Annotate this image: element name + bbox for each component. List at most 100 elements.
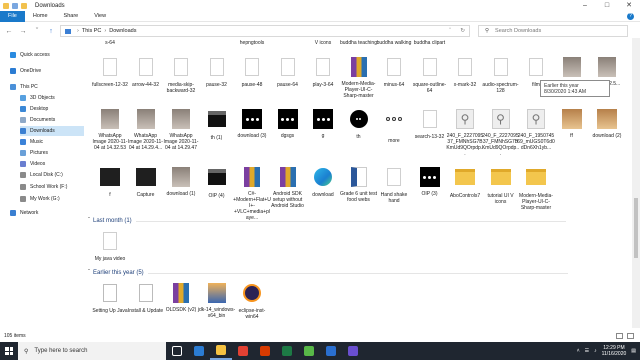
sidebar-item-school-work-f[interactable]: School Work (F:) (20, 182, 67, 192)
file-item[interactable]: hepngtools (233, 40, 271, 46)
file-item[interactable]: s-64 (91, 40, 129, 46)
close-button[interactable]: ✕ (618, 0, 640, 11)
group-header-earlier-this-year[interactable]: ˇ Earlier this year (5) (88, 270, 568, 276)
help-icon[interactable]: ? (627, 13, 634, 20)
file-item[interactable]: pause-64 (269, 56, 307, 88)
taskbar-task-view-icon[interactable] (166, 342, 188, 360)
file-item[interactable]: WhatsApp Image 2020-11-04 at 14.29.4... (127, 108, 165, 151)
file-item[interactable]: WhatsApp Image 2020-11-04 at 14.32.53 (91, 108, 129, 151)
address-bar[interactable]: › This PC › Downloads ˇ ↻ (60, 25, 470, 37)
file-item[interactable]: square-outline-64 (411, 56, 449, 94)
file-item[interactable]: OIP (4) (198, 166, 236, 199)
tab-view[interactable]: View (86, 11, 114, 22)
file-item[interactable]: buddha clipart (411, 40, 449, 46)
sidebar-item-desktop[interactable]: Desktop (20, 104, 48, 114)
properties-icon[interactable] (12, 2, 18, 9)
file-item[interactable] (553, 56, 591, 81)
file-item[interactable]: pause-32 (198, 56, 236, 88)
taskbar-camtasia-icon[interactable] (298, 342, 320, 360)
taskbar-search[interactable]: ⚲ Type here to search (18, 342, 166, 360)
volume-icon[interactable]: ♪ (594, 348, 597, 354)
file-item[interactable]: OLDSDK (v2) (162, 282, 200, 313)
file-item[interactable]: ⚲ 240_F_222709537_FMNhSG7BKmUd9QOrpdp... (446, 108, 484, 157)
sidebar-item-documents[interactable]: Documents (20, 115, 55, 125)
start-button[interactable] (0, 342, 18, 360)
file-item[interactable]: download (1) (162, 166, 200, 197)
refresh-icon[interactable]: ↻ (460, 28, 465, 34)
file-item[interactable]: C#-+Modern+Flat+UI+-+VLC+media+playe... (233, 166, 271, 221)
recent-chevron-icon[interactable]: ˇ (32, 28, 42, 35)
file-item[interactable]: pause-48 (233, 56, 271, 88)
file-item[interactable]: g (304, 108, 342, 139)
scrollbar-thumb[interactable] (634, 198, 638, 258)
breadcrumb-this-pc[interactable]: This PC (82, 28, 102, 34)
chevron-right-icon[interactable]: › (77, 28, 79, 34)
taskbar-excel-icon[interactable] (276, 342, 298, 360)
breadcrumb-downloads[interactable]: Downloads (109, 28, 136, 34)
taskbar-store-icon[interactable] (188, 342, 210, 360)
file-item[interactable]: tutorial UI V icons (482, 166, 520, 205)
large-icons-view-icon[interactable] (627, 333, 634, 339)
file-item[interactable]: Install & Update (127, 282, 165, 314)
file-item[interactable]: th (1) (198, 108, 236, 141)
file-item[interactable]: AboControls7 (446, 166, 484, 199)
minimize-button[interactable]: – (574, 0, 596, 11)
file-item[interactable]: download (3) (233, 108, 271, 139)
file-item[interactable]: jdk-14_windows-x64_bin (198, 282, 236, 319)
file-item[interactable]: audio-spectrum-128 (482, 56, 520, 94)
file-item[interactable]: search-13-32 (411, 108, 449, 140)
file-item[interactable]: f (91, 166, 129, 198)
chevron-down-icon[interactable]: ˇ (88, 270, 90, 276)
taskbar-file-explorer-icon[interactable] (210, 342, 232, 360)
taskbar-office-icon[interactable] (254, 342, 276, 360)
vertical-scrollbar[interactable] (632, 38, 640, 328)
chevron-up-icon[interactable]: ˄ (577, 348, 580, 354)
sidebar-item-onedrive[interactable]: OneDrive (10, 66, 41, 76)
chevron-right-icon[interactable]: › (104, 28, 106, 34)
up-arrow-icon[interactable]: ↑ (46, 28, 56, 35)
file-item[interactable]: Setting Up Java (91, 282, 129, 314)
sidebar-item-quick-access[interactable]: Quick access (10, 50, 50, 60)
file-item[interactable]: ff (553, 108, 591, 139)
new-folder-icon[interactable] (21, 2, 27, 9)
file-item[interactable]: Modern-Media-Player-UI-C-Sharp-master (340, 56, 378, 99)
clock[interactable]: 12:29 PM 11/16/2020 (602, 345, 627, 357)
file-item[interactable]: Grade 6 unit test food webs (340, 166, 378, 203)
sidebar-item-my-work-g[interactable]: My Work (G:) (20, 194, 60, 204)
sidebar-item-local-disk-c[interactable]: Local Disk (C:) (20, 170, 63, 180)
file-item[interactable]: play-3-64 (304, 56, 342, 88)
file-item[interactable]: WhatsApp Image 2020-11-04 at 14.29.47 (162, 108, 200, 151)
file-item[interactable]: fullscreen-12-32 (91, 56, 129, 88)
file-item[interactable]: media-skip-backward-32 (162, 56, 200, 94)
sidebar-item-videos[interactable]: Videos (20, 159, 45, 169)
file-item[interactable]: arrow-44-32 (127, 56, 165, 88)
taskbar-app-blue-icon[interactable] (320, 342, 342, 360)
sidebar-item-pictures[interactable]: Pictures (20, 148, 48, 158)
file-item[interactable]: buddha walking (375, 40, 413, 46)
file-item[interactable]: eclipse-inst-win64 (233, 282, 271, 320)
tab-share[interactable]: Share (56, 11, 87, 22)
file-item[interactable]: V icons (304, 40, 342, 46)
back-arrow-icon[interactable]: ← (4, 28, 14, 35)
details-view-icon[interactable] (616, 333, 623, 339)
network-icon[interactable]: ☰ (585, 348, 589, 354)
group-header-last-month[interactable]: ˇ Last month (1) (88, 218, 566, 224)
file-item[interactable]: Capture (127, 166, 165, 198)
file-item[interactable]: ⚲ 240_F_195074569_mUGS0T6d0dDn6Xh1yb... (517, 108, 555, 151)
tab-home[interactable]: Home (25, 11, 56, 22)
sidebar-item-network[interactable]: Network (10, 208, 38, 218)
chevron-down-icon[interactable]: ˇ (449, 28, 451, 34)
file-item[interactable]: download (304, 166, 342, 198)
file-item[interactable]: download (2) (588, 108, 626, 139)
file-item[interactable]: more (375, 108, 413, 144)
sidebar-item-3d-objects[interactable]: 3D Objects (20, 93, 55, 103)
forward-arrow-icon[interactable]: → (18, 28, 28, 35)
notifications-icon[interactable]: ▤ (631, 348, 636, 354)
tab-file[interactable]: File (0, 10, 25, 22)
file-item[interactable]: My java video (91, 230, 129, 262)
taskbar-chrome-icon[interactable] (232, 342, 254, 360)
file-item[interactable]: buddha teaching (340, 40, 378, 46)
file-item[interactable]: ⚲ 240_F_222709537_FMNhSG7BKmUd9QOrpdp... (482, 108, 520, 157)
file-item[interactable]: OIP (3) (411, 166, 449, 197)
file-item[interactable]: Hand shake hand (375, 166, 413, 204)
